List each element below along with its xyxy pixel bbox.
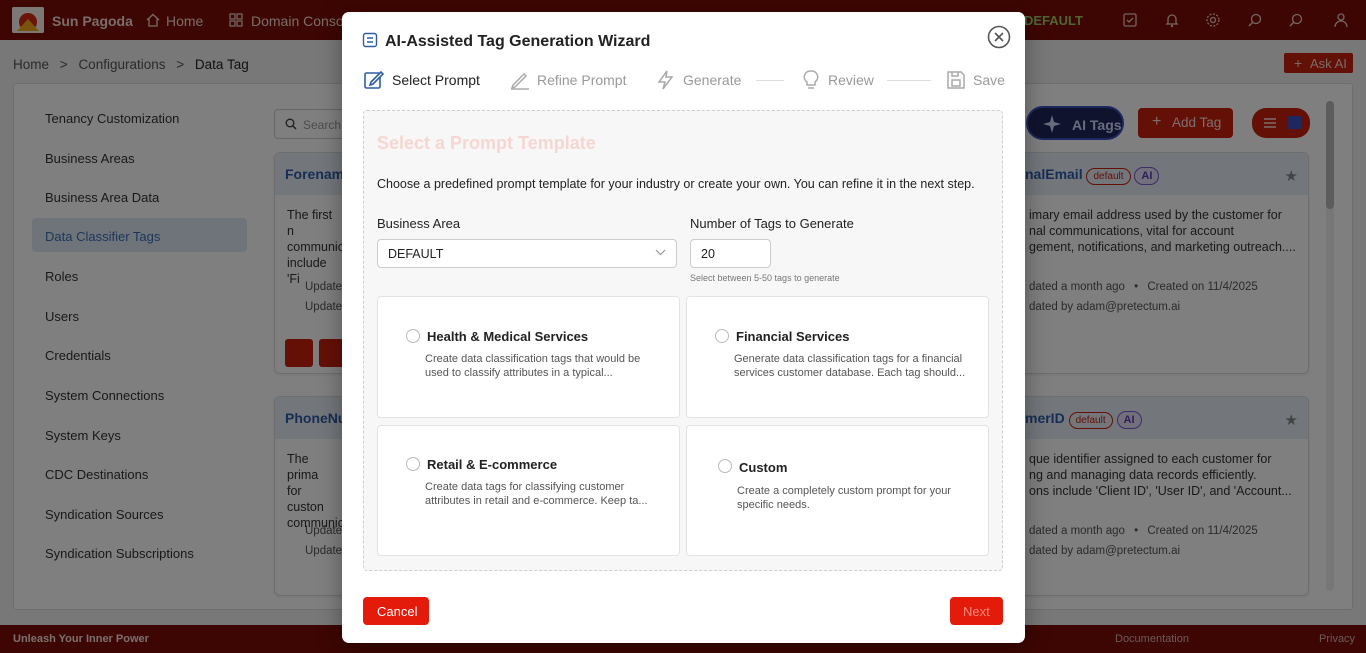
step-label: Refine Prompt xyxy=(537,72,627,88)
desc-line: Generate data classification tags for a … xyxy=(734,353,963,365)
template-title: Retail & E-commerce xyxy=(427,457,558,472)
desc-line: Create a completely custom prompt for yo… xyxy=(737,485,951,497)
business-area-select[interactable]: DEFAULT xyxy=(377,239,677,268)
step-label: Generate xyxy=(683,72,742,88)
wizard-step-content: Select a Prompt Template Choose a predef… xyxy=(363,110,1003,571)
tag-generation-wizard-modal: AI-Assisted Tag Generation Wizard Select… xyxy=(342,12,1025,643)
step-label: Save xyxy=(973,72,1005,88)
step-label: Review xyxy=(828,72,874,88)
desc-line: attributes in retail and e-commerce. Kee… xyxy=(425,495,648,507)
num-tags-input[interactable]: 20 xyxy=(690,239,771,268)
close-icon[interactable] xyxy=(987,25,1011,49)
bulb-icon xyxy=(800,69,822,91)
num-tags-value: 20 xyxy=(701,247,715,261)
section-description: Choose a predefined prompt template for … xyxy=(377,177,975,191)
wizard-icon xyxy=(362,32,378,48)
modal-title: AI-Assisted Tag Generation Wizard xyxy=(385,33,651,50)
desc-line: services customer database. Each tag sho… xyxy=(734,367,966,379)
pen-icon xyxy=(509,69,531,91)
template-description: Create data classification tags that wou… xyxy=(425,352,665,380)
desc-line: Create data tags for classifying custome… xyxy=(425,481,625,493)
template-radio[interactable] xyxy=(718,459,732,473)
template-title: Custom xyxy=(739,460,788,475)
chevron-down-icon xyxy=(655,249,666,256)
template-radio[interactable] xyxy=(715,329,729,343)
next-button[interactable]: Next xyxy=(950,597,1003,625)
num-tags-label: Number of Tags to Generate xyxy=(690,216,854,231)
business-area-value: DEFAULT xyxy=(388,247,444,261)
desc-line: specific needs. xyxy=(737,499,810,511)
template-title: Health & Medical Services xyxy=(427,329,589,344)
template-title: Financial Services xyxy=(736,329,850,344)
step-label: Select Prompt xyxy=(392,72,480,88)
step-connector xyxy=(887,80,931,81)
template-card-custom[interactable]: Custom Create a completely custom prompt… xyxy=(686,425,989,556)
lightning-icon xyxy=(655,69,677,91)
template-radio[interactable] xyxy=(406,457,420,471)
business-area-label: Business Area xyxy=(377,216,461,231)
next-label: Next xyxy=(963,604,990,619)
template-card-financial-services[interactable]: Financial Services Generate data classif… xyxy=(686,296,989,418)
cancel-button[interactable]: Cancel xyxy=(363,597,429,625)
template-card-retail-ecommerce[interactable]: Retail & E-commerce Create data tags for… xyxy=(377,425,680,556)
edit-icon xyxy=(363,69,385,91)
desc-line: Create data classification tags that wou… xyxy=(425,353,641,365)
template-description: Create a completely custom prompt for yo… xyxy=(737,484,977,512)
template-card-health-medical[interactable]: Health & Medical Services Create data cl… xyxy=(377,296,680,418)
cancel-label: Cancel xyxy=(377,604,418,619)
template-radio[interactable] xyxy=(406,329,420,343)
save-icon xyxy=(945,69,967,91)
template-description: Generate data classification tags for a … xyxy=(734,352,974,380)
num-tags-hint: Select between 5-50 tags to generate xyxy=(690,273,840,283)
template-description: Create data tags for classifying custome… xyxy=(425,480,665,508)
section-title: Select a Prompt Template xyxy=(377,133,596,153)
desc-line: used to classify attributes in a typical… xyxy=(425,367,613,379)
step-connector xyxy=(756,80,784,81)
